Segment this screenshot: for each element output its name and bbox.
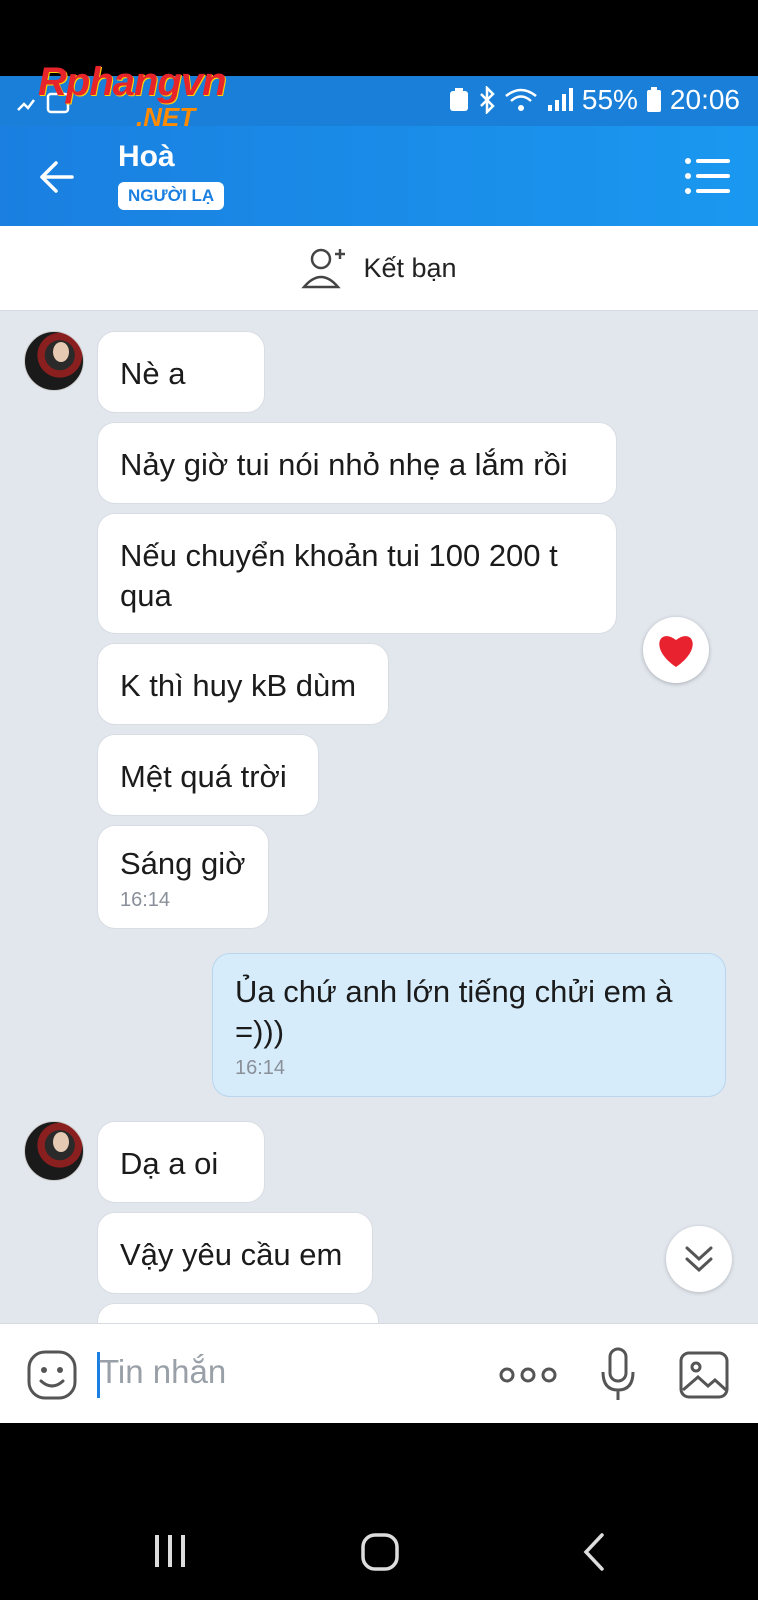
menu-list-icon[interactable]	[684, 156, 732, 196]
message-bubble[interactable]: Nếu chuyển khoản tui 100 200 t qua	[97, 513, 617, 634]
message-text: Vậy yêu cầu em	[120, 1237, 343, 1272]
home-icon[interactable]	[360, 1533, 400, 1571]
message-bubble[interactable]: Nè a	[97, 331, 265, 413]
message-text: Nảy giờ tui nói nhỏ nhẹ a lắm rồi	[120, 447, 568, 482]
message-bubble[interactable]: Dạ a oi	[97, 1121, 265, 1203]
double-chevron-down-icon	[685, 1246, 713, 1273]
watermark-line1: Rphangvn	[38, 60, 227, 104]
message-bubble[interactable]: Mệt quá trời	[97, 734, 319, 816]
message-text: Nè a	[120, 356, 186, 391]
signal-icon	[547, 88, 573, 111]
site-watermark: Rphangvn .NET	[38, 60, 268, 132]
more-options-icon[interactable]	[498, 1361, 558, 1389]
message-bubble[interactable]: Vậy yêu cầu em	[97, 1212, 373, 1294]
system-nav-bar	[0, 1423, 758, 1600]
add-friend-icon	[301, 248, 346, 289]
message-bubble-outgoing[interactable]: Ủa chứ anh lớn tiếng chửi em à =))) 16:1…	[212, 953, 726, 1097]
message-input[interactable]: Tin nhắn	[99, 1353, 226, 1391]
message-bubble[interactable]: Sáng giờ 16:14	[97, 825, 269, 929]
status-right: 55% 20:06	[448, 84, 740, 116]
message-text: Nếu chuyển khoản tui 100 200 t qua	[120, 538, 558, 613]
stranger-badge: NGƯỜI LẠ	[118, 182, 225, 210]
message-bubble[interactable]: Nảy giờ tui nói nhỏ nhẹ a lắm rồi	[97, 422, 617, 504]
contact-name[interactable]: Hoà	[118, 140, 175, 174]
message-time: 16:14	[235, 1057, 286, 1079]
message-time: 16:14	[120, 889, 171, 911]
microphone-icon[interactable]	[598, 1346, 638, 1402]
battery-saver-icon	[449, 88, 468, 111]
add-friend-button[interactable]: Kết bạn	[0, 226, 758, 311]
reaction-button[interactable]	[643, 617, 709, 683]
message-text: Ủa chứ anh lớn tiếng chửi em à =)))	[235, 974, 673, 1049]
message-composer: Tin nhắn	[0, 1323, 758, 1423]
message-bubble-partial[interactable]	[97, 1303, 379, 1323]
heart-icon	[659, 636, 693, 667]
back-arrow-icon[interactable]	[32, 152, 82, 202]
nav-back-icon[interactable]	[580, 1533, 606, 1571]
bluetooth-icon	[479, 86, 495, 114]
add-friend-label: Kết bạn	[363, 252, 457, 283]
message-text: Dạ a oi	[120, 1146, 219, 1181]
contact-avatar[interactable]	[24, 1121, 84, 1181]
message-text: Mệt quá trời	[120, 759, 287, 794]
image-icon[interactable]	[678, 1350, 730, 1400]
battery-percent: 55%	[581, 84, 638, 115]
message-bubble[interactable]: K thì huy kB dùm	[97, 643, 389, 725]
chat-thread[interactable]: Nè a Nảy giờ tui nói nhỏ nhẹ a lắm rồi N…	[0, 311, 758, 1323]
battery-icon	[646, 87, 661, 112]
contact-avatar[interactable]	[24, 331, 84, 391]
recent-apps-icon[interactable]	[152, 1533, 188, 1569]
clock: 20:06	[669, 84, 740, 115]
chat-header: Hoà NGƯỜI LẠ	[0, 126, 758, 226]
sticker-icon[interactable]	[26, 1349, 78, 1401]
scroll-to-bottom-button[interactable]	[666, 1226, 732, 1292]
message-text: Sáng giờ	[120, 846, 246, 881]
message-text: K thì huy kB dùm	[120, 668, 357, 703]
wifi-icon	[505, 88, 537, 111]
